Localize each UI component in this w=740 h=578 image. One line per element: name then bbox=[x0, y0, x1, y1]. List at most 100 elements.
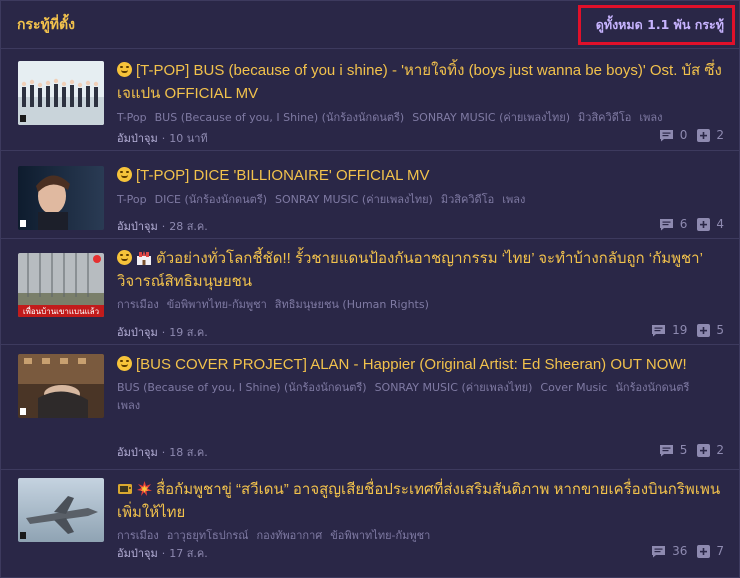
vote-count: 7 bbox=[697, 544, 724, 558]
thumbnail-caption: เพื่อนบ้านเขาแบนแล้ว bbox=[23, 305, 99, 316]
plus-box-icon bbox=[697, 443, 711, 457]
boom-emoji-icon bbox=[137, 481, 152, 496]
post-time: 18 ส.ค. bbox=[169, 446, 208, 459]
comment-icon bbox=[652, 545, 666, 557]
meta-separator: · bbox=[161, 326, 166, 339]
comment-count: 36 bbox=[651, 544, 687, 558]
topic-tags: การเมือง ข้อพิพาทไทย-กัมพูชา สิทธิมนุษยชน … bbox=[117, 296, 727, 314]
castle-emoji-icon bbox=[137, 251, 151, 265]
tag[interactable]: เพลง bbox=[117, 399, 140, 412]
vote-count: 5 bbox=[697, 323, 724, 337]
tag[interactable]: สิทธิมนุษยชน (Human Rights) bbox=[275, 298, 429, 311]
comment-icon bbox=[659, 218, 673, 230]
comment-count-value: 36 bbox=[672, 544, 688, 558]
tag[interactable]: DICE (นักร้องนักดนตรี) bbox=[155, 193, 267, 206]
tag[interactable]: กองทัพอากาศ bbox=[256, 529, 322, 542]
tag[interactable]: Cover Music bbox=[540, 381, 607, 394]
tag[interactable]: มิวสิควิดีโอ bbox=[441, 193, 494, 206]
topic-meta: อัมป่าจุม · 18 ส.ค. bbox=[117, 443, 727, 461]
topic-stats: 19 5 bbox=[641, 323, 724, 337]
smile-emoji-icon bbox=[117, 62, 132, 77]
created-topics-panel: กระทู้ที่ตั้ง ดูทั้งหมด 1.1 พัน กระทู้ [… bbox=[0, 0, 740, 578]
view-all-topics-link[interactable]: ดูทั้งหมด 1.1 พัน กระทู้ bbox=[577, 4, 735, 45]
author-link[interactable]: อัมป่าจุม bbox=[117, 132, 158, 145]
tag[interactable]: การเมือง bbox=[117, 529, 159, 542]
topic-thumbnail[interactable] bbox=[18, 354, 104, 418]
tag[interactable]: อาวุธยุทโธปกรณ์ bbox=[167, 529, 249, 542]
topic-title[interactable]: สื่อกัมพูชาขู่ “สวีเดน” อาจสูญเสียชื่อปร… bbox=[117, 478, 727, 524]
topic-title[interactable]: ตัวอย่างทั่วโลกชี้ชัด!! รั้วชายแดนป้องกั… bbox=[117, 247, 727, 293]
topic-tags: การเมือง อาวุธยุทโธปกรณ์ กองทัพอากาศ ข้อพิพ… bbox=[117, 527, 727, 545]
tag[interactable]: ข้อพิพาทไทย-กัมพูชา bbox=[330, 529, 430, 542]
vote-count: 2 bbox=[697, 128, 724, 142]
panel-header: กระทู้ที่ตั้ง ดูทั้งหมด 1.1 พัน กระทู้ bbox=[1, 1, 739, 49]
plus-box-icon bbox=[697, 544, 711, 558]
topic-thumbnail[interactable] bbox=[18, 478, 104, 542]
comment-count: 6 bbox=[659, 217, 688, 231]
topic-title-text: [T-POP] DICE 'BILLIONAIRE' OFFICIAL MV bbox=[136, 167, 430, 184]
tag[interactable]: นักร้องนักดนตรี bbox=[615, 381, 689, 394]
smile-emoji-icon bbox=[117, 250, 132, 265]
topic-thumbnail[interactable]: เพื่อนบ้านเขาแบนแล้ว bbox=[18, 253, 104, 317]
smile-emoji-icon bbox=[117, 167, 132, 182]
comment-count-value: 5 bbox=[679, 443, 688, 457]
post-time: 17 ส.ค. bbox=[169, 547, 208, 560]
topic-list: [T-POP] BUS (because of you i shine) - '… bbox=[1, 50, 740, 577]
vote-count-value: 2 bbox=[716, 443, 724, 457]
vote-count-value: 5 bbox=[716, 323, 724, 337]
tag[interactable]: มิวสิควิดีโอ bbox=[578, 111, 631, 124]
topic-content: ตัวอย่างทั่วโลกชี้ชัด!! รั้วชายแดนป้องกั… bbox=[117, 247, 727, 314]
post-time: 28 ส.ค. bbox=[169, 220, 208, 233]
tag[interactable]: เพลง bbox=[639, 111, 662, 124]
plus-box-icon bbox=[697, 217, 711, 231]
topic-stats: 5 2 bbox=[649, 443, 724, 457]
topic-thumbnail[interactable] bbox=[18, 166, 104, 230]
topic-item: เพื่อนบ้านเขาแบนแล้ว ตัวอย่างทั่วโลกชี้ช… bbox=[1, 239, 740, 345]
author-link[interactable]: อัมป่าจุม bbox=[117, 547, 158, 560]
topic-item: [T-POP] DICE 'BILLIONAIRE' OFFICIAL MV T… bbox=[1, 151, 740, 239]
topic-tags: T-Pop DICE (นักร้องนักดนตรี) SONRAY MUSIC … bbox=[117, 191, 727, 209]
topic-title[interactable]: [T-POP] BUS (because of you i shine) - '… bbox=[117, 59, 727, 105]
vote-count: 4 bbox=[697, 217, 724, 231]
comment-icon bbox=[659, 129, 673, 141]
author-link[interactable]: อัมป่าจุม bbox=[117, 446, 158, 459]
author-link[interactable]: อัมป่าจุม bbox=[117, 220, 158, 233]
vote-count-value: 7 bbox=[716, 544, 724, 558]
tag[interactable]: เพลง bbox=[502, 193, 525, 206]
topic-content: [T-POP] DICE 'BILLIONAIRE' OFFICIAL MV T… bbox=[117, 164, 727, 209]
author-link[interactable]: อัมป่าจุม bbox=[117, 326, 158, 339]
tag[interactable]: ข้อพิพาทไทย-กัมพูชา bbox=[167, 298, 267, 311]
topic-item: สื่อกัมพูชาขู่ “สวีเดน” อาจสูญเสียชื่อปร… bbox=[1, 470, 740, 577]
meta-separator: · bbox=[161, 446, 166, 459]
topic-stats: 0 2 bbox=[649, 128, 724, 142]
tag[interactable]: BUS (Because of you, I Shine) (นักร้องนั… bbox=[117, 381, 367, 394]
plus-box-icon bbox=[697, 128, 711, 142]
topic-title-text: [T-POP] BUS (because of you i shine) - '… bbox=[117, 62, 722, 102]
topic-thumbnail[interactable] bbox=[18, 61, 104, 125]
comment-count-value: 6 bbox=[679, 217, 688, 231]
topic-content: สื่อกัมพูชาขู่ “สวีเดน” อาจสูญเสียชื่อปร… bbox=[117, 478, 727, 545]
comment-icon bbox=[652, 324, 666, 336]
topic-stats: 36 7 bbox=[641, 544, 724, 558]
post-time: 19 ส.ค. bbox=[169, 326, 208, 339]
tag[interactable]: SONRAY MUSIC (ค่ายเพลงไทย) bbox=[375, 381, 533, 394]
tag[interactable]: SONRAY MUSIC (ค่ายเพลงไทย) bbox=[275, 193, 433, 206]
comment-icon bbox=[659, 444, 673, 456]
topic-content: [BUS COVER PROJECT] ALAN - Happier (Orig… bbox=[117, 353, 727, 415]
comment-count: 0 bbox=[659, 128, 687, 142]
post-time: 10 นาที bbox=[169, 132, 208, 145]
tv-emoji-icon bbox=[118, 484, 132, 494]
tag[interactable]: T-Pop bbox=[117, 193, 147, 206]
comment-count: 19 bbox=[651, 323, 687, 337]
tag[interactable]: BUS (Because of you, I Shine) (นักร้องนั… bbox=[155, 111, 405, 124]
topic-meta: อัมป่าจุม · 28 ส.ค. bbox=[117, 217, 727, 235]
tag[interactable]: SONRAY MUSIC (ค่ายเพลงไทย) bbox=[412, 111, 570, 124]
meta-separator: · bbox=[161, 220, 166, 233]
tag[interactable]: การเมือง bbox=[117, 298, 159, 311]
topic-title[interactable]: [T-POP] DICE 'BILLIONAIRE' OFFICIAL MV bbox=[117, 164, 727, 187]
tag[interactable]: T-Pop bbox=[117, 111, 147, 124]
topic-title-text: ตัวอย่างทั่วโลกชี้ชัด!! รั้วชายแดนป้องกั… bbox=[117, 250, 703, 290]
topic-title-text: สื่อกัมพูชาขู่ “สวีเดน” อาจสูญเสียชื่อปร… bbox=[117, 481, 721, 521]
topic-title[interactable]: [BUS COVER PROJECT] ALAN - Happier (Orig… bbox=[117, 353, 727, 376]
topic-item: [BUS COVER PROJECT] ALAN - Happier (Orig… bbox=[1, 345, 740, 470]
